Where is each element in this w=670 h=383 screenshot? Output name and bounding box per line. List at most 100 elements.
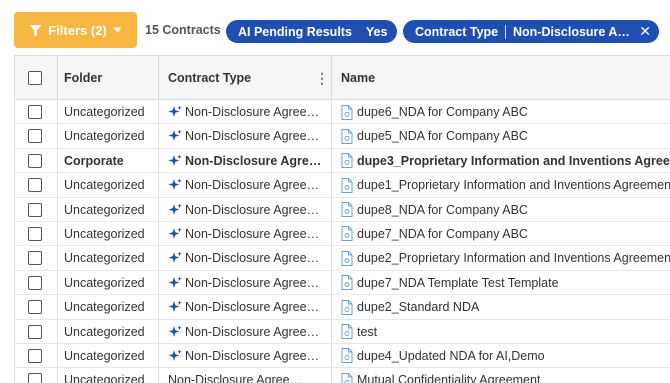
contract-name-link[interactable]: dupe1_Proprietary Information and Invent… — [357, 178, 670, 192]
row-checkbox[interactable] — [28, 202, 42, 217]
column-divider[interactable] — [331, 56, 332, 99]
caret-down-icon — [113, 27, 122, 33]
contract-name-link[interactable]: dupe7_NDA for Company ABC — [357, 227, 528, 241]
chip-filter-value: Non-Disclosure Agre... — [513, 24, 631, 39]
document-icon — [341, 250, 353, 266]
row-checkbox[interactable] — [28, 275, 42, 290]
contract-name-link[interactable]: dupe4_Updated NDA for AI,Demo — [357, 349, 545, 363]
column-divider — [57, 148, 58, 173]
table-row[interactable]: Uncategorized Non-Disclosure Agreem... dup… — [14, 197, 670, 222]
name-cell[interactable]: dupe1_Proprietary Information and Invent… — [341, 173, 670, 197]
table-row[interactable]: Uncategorized Non-Disclosure Agreem... dup… — [14, 295, 670, 320]
column-divider — [57, 343, 58, 368]
name-cell[interactable]: dupe3_Proprietary Information and Invent… — [341, 149, 670, 173]
contract-name-link[interactable]: dupe2_Standard NDA — [357, 300, 479, 314]
folder-text: Uncategorized — [64, 105, 145, 119]
contract-name-link[interactable]: dupe5_NDA for Company ABC — [357, 129, 528, 143]
name-cell[interactable]: test — [341, 320, 670, 344]
name-cell[interactable]: dupe4_Updated NDA for AI,Demo — [341, 344, 670, 368]
contract-type-cell: Non-Disclosure Agreem... — [168, 295, 333, 319]
contract-type-text: Non-Disclosure Agreem... — [185, 324, 325, 339]
ai-sparkle-icon — [168, 154, 182, 166]
contract-name-link[interactable]: dupe7_NDA Template Test Template — [357, 276, 559, 290]
table-row[interactable]: Uncategorized Non-Disclosure Agreem... dup… — [14, 246, 670, 271]
header-name[interactable]: Name — [341, 56, 670, 100]
header-contract-type[interactable]: Contract Type — [168, 56, 333, 100]
column-menu-icon[interactable]: ⋮ — [315, 56, 329, 100]
header-folder[interactable]: Folder — [64, 56, 159, 100]
contract-name-link[interactable]: test — [357, 325, 377, 339]
remove-filter-icon[interactable]: ✕ — [639, 23, 651, 40]
contract-type-cell: Non-Disclosure Agreem... — [168, 246, 333, 270]
contract-type-cell: Non-Disclosure Agreem... — [168, 320, 333, 344]
table-row[interactable]: Uncategorized Non-Disclosure Agreem... dup… — [14, 270, 670, 296]
table-row[interactable]: Uncategorized Non-Disclosure Agreem... dup… — [14, 221, 670, 247]
row-checkbox[interactable] — [28, 251, 42, 266]
ai-sparkle-icon — [168, 325, 182, 337]
row-checkbox[interactable] — [28, 373, 42, 383]
table-body: Uncategorized Non-Disclosure Agreem... dup… — [14, 100, 670, 383]
column-divider — [331, 197, 332, 221]
table-row[interactable]: Uncategorized Non-Disclosure Agreem... dup… — [14, 343, 670, 369]
chip-separator — [505, 24, 506, 39]
document-icon — [341, 299, 353, 315]
folder-text: Uncategorized — [64, 373, 145, 383]
name-cell[interactable]: dupe7_NDA Template Test Template — [341, 271, 670, 295]
table-row[interactable]: Uncategorized Non-Disclosure Agreem... tes… — [14, 319, 670, 344]
document-icon — [341, 275, 353, 291]
row-checkbox[interactable] — [28, 178, 42, 193]
row-checkbox[interactable] — [28, 129, 42, 144]
row-checkbox[interactable] — [28, 300, 42, 315]
document-icon — [341, 348, 353, 364]
table-row[interactable]: Uncategorized Non-Disclosure Agreement...… — [14, 368, 670, 383]
document-icon — [341, 153, 353, 169]
table-row[interactable]: Uncategorized Non-Disclosure Agreem... dup… — [14, 124, 670, 149]
folder-text: Uncategorized — [64, 129, 145, 144]
name-cell[interactable]: dupe5_NDA for Company ABC — [341, 124, 670, 148]
table-row[interactable]: Uncategorized Non-Disclosure Agreem... dup… — [14, 100, 670, 125]
contract-name-link[interactable]: Mutual Confidentiality Agreement — [357, 373, 540, 383]
row-select-cell — [28, 246, 48, 270]
column-divider — [158, 124, 159, 148]
column-divider — [57, 246, 58, 270]
column-divider — [331, 368, 332, 383]
toolbar: Filters (2) 15 Contracts AI Pending Resu… — [0, 0, 670, 54]
column-divider[interactable] — [158, 56, 159, 99]
column-divider[interactable] — [57, 56, 58, 99]
name-cell[interactable]: dupe6_NDA for Company ABC — [341, 100, 670, 124]
row-checkbox[interactable] — [28, 153, 42, 168]
column-divider — [158, 221, 159, 246]
name-cell[interactable]: dupe2_Standard NDA — [341, 295, 670, 319]
table-row[interactable]: Uncategorized Non-Disclosure Agreem... dup… — [14, 173, 670, 198]
remove-filter-icon[interactable]: ✕ — [395, 23, 397, 40]
contract-name-link[interactable]: dupe8_NDA for Company ABC — [357, 203, 528, 217]
contract-name-link[interactable]: dupe3_Proprietary Information and Invent… — [357, 154, 670, 168]
contract-name-link[interactable]: dupe2_Proprietary Information and Invent… — [357, 251, 670, 265]
filters-label: Filters (2) — [48, 22, 107, 38]
table-row[interactable]: Corporate Non-Disclosure Agree... dupe3_Pr… — [14, 148, 670, 174]
column-divider — [158, 100, 159, 124]
name-cell[interactable]: Mutual Confidentiality Agreement — [341, 368, 670, 383]
contract-name-link[interactable]: dupe6_NDA for Company ABC — [357, 105, 528, 119]
row-checkbox[interactable] — [28, 226, 42, 241]
row-select-cell — [28, 124, 48, 148]
contract-type-cell: Non-Disclosure Agreem... — [168, 344, 333, 368]
filter-chip-contract-type[interactable]: Contract Type Non-Disclosure Agre... ✕ — [403, 20, 659, 43]
name-cell[interactable]: dupe2_Proprietary Information and Invent… — [341, 246, 670, 270]
contract-type-text: Non-Disclosure Agreem... — [185, 105, 325, 119]
contract-type-text: Non-Disclosure Agreem... — [185, 202, 325, 217]
row-checkbox[interactable] — [28, 105, 42, 119]
contract-type-cell: Non-Disclosure Agreem... — [168, 124, 333, 148]
folder-text: Uncategorized — [64, 226, 145, 241]
select-all-checkbox[interactable] — [28, 71, 42, 85]
folder-cell: Uncategorized — [64, 295, 159, 319]
filters-button[interactable]: Filters (2) — [14, 12, 137, 48]
name-cell[interactable]: dupe7_NDA for Company ABC — [341, 222, 670, 246]
column-divider — [331, 270, 332, 295]
folder-cell: Uncategorized — [64, 100, 159, 124]
filter-chip-ai-pending[interactable]: AI Pending Results Yes ✕ — [226, 20, 397, 43]
row-checkbox[interactable] — [28, 324, 42, 339]
contract-type-cell: Non-Disclosure Agreement... — [168, 368, 333, 383]
row-checkbox[interactable] — [28, 348, 42, 363]
name-cell[interactable]: dupe8_NDA for Company ABC — [341, 198, 670, 222]
